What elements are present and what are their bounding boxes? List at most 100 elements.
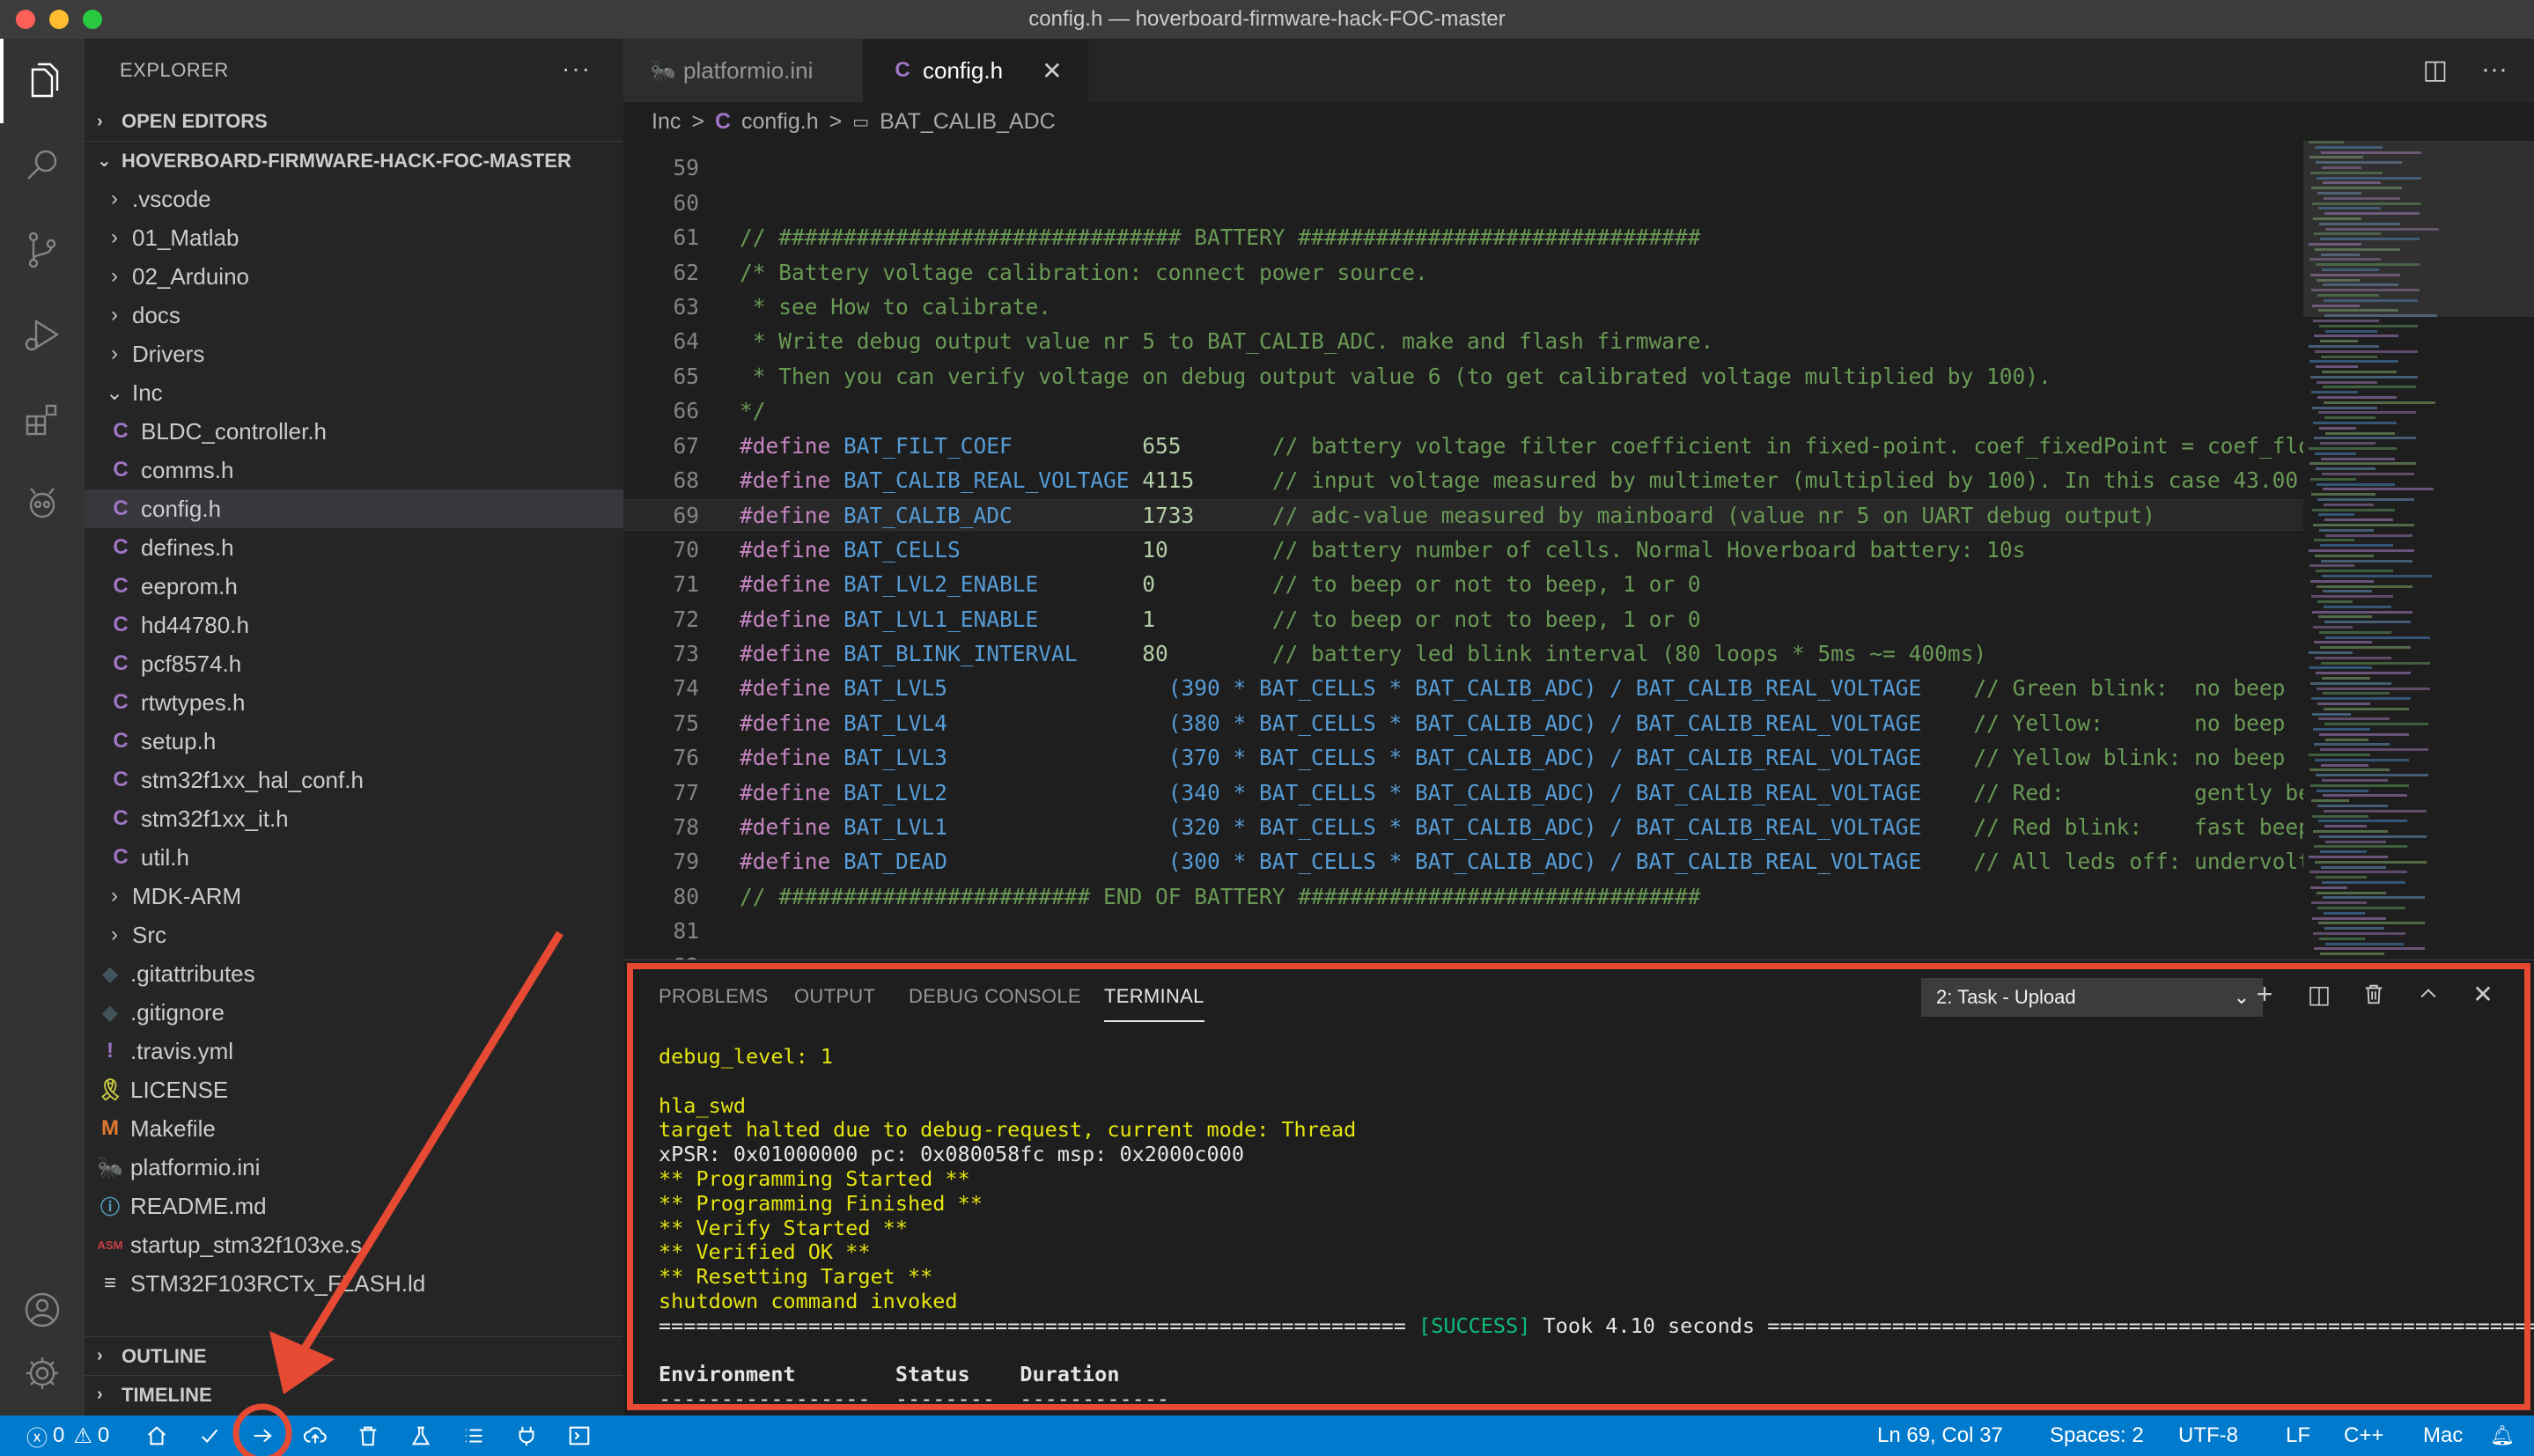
tree-folder[interactable]: ⌄ Inc xyxy=(85,373,623,412)
tree-folder[interactable]: › 02_Arduino xyxy=(85,257,623,296)
settings-gear-icon[interactable] xyxy=(0,1331,85,1416)
source-control-icon[interactable] xyxy=(0,208,85,292)
tab-debug-console[interactable]: DEBUG CONSOLE xyxy=(909,985,1081,1008)
tab-output[interactable]: OUTPUT xyxy=(794,985,875,1008)
timeline-section[interactable]: › TIMELINE xyxy=(85,1375,623,1414)
tree-file[interactable]: Crtwtypes.h xyxy=(85,683,623,722)
line-text: */ xyxy=(740,395,766,427)
tree-folder[interactable]: › MDK-ARM xyxy=(85,877,623,916)
line-number: 58 xyxy=(623,141,699,150)
macro-value: 10 xyxy=(1142,536,1168,563)
open-editors-section[interactable]: › OPEN EDITORS xyxy=(85,102,623,141)
tree-file[interactable]: 🐜 platformio.ini xyxy=(85,1148,623,1187)
tree-file[interactable]: ! .travis.yml xyxy=(85,1032,623,1070)
indentation-status[interactable]: Spaces: 2 xyxy=(2050,1416,2144,1456)
pio-home-icon[interactable] xyxy=(144,1416,169,1456)
pio-clean-icon[interactable] xyxy=(356,1416,380,1456)
cursor-position[interactable]: Ln 69, Col 37 xyxy=(1877,1416,2003,1456)
close-window-button[interactable] xyxy=(16,10,35,29)
problems-status[interactable]: ⓧ 0 ⚠ 0 xyxy=(26,1416,109,1456)
terminal-table-rule: ----------------- -------- ------------ xyxy=(659,1386,1170,1412)
platform-status[interactable]: Mac xyxy=(2423,1416,2463,1456)
breadcrumb-folder[interactable]: Inc xyxy=(652,109,681,135)
c-file-icon: C xyxy=(113,845,129,869)
pio-terminal-icon[interactable] xyxy=(567,1416,592,1456)
split-terminal-icon[interactable]: ◫ xyxy=(2300,974,2339,1013)
language-mode[interactable]: C++ xyxy=(2344,1416,2383,1456)
minimap-line xyxy=(2317,702,2370,705)
tree-file[interactable]: Cconfig.h xyxy=(85,489,623,528)
terminal-output[interactable]: debug_level: 1 hla_swd target halted due … xyxy=(659,1044,2534,1412)
new-terminal-icon[interactable]: + xyxy=(2245,974,2284,1013)
close-tab-icon[interactable]: ✕ xyxy=(1042,56,1062,85)
tree-file[interactable]: 🎗 LICENSE xyxy=(85,1070,623,1109)
platformio-icon[interactable] xyxy=(0,461,85,546)
minimap-line xyxy=(2309,666,2372,670)
minimize-window-button[interactable] xyxy=(49,10,69,29)
tree-file[interactable]: Ceeprom.h xyxy=(85,567,623,606)
tree-folder[interactable]: › 01_Matlab xyxy=(85,218,623,257)
tab-problems[interactable]: PROBLEMS xyxy=(659,985,769,1008)
pio-remote-upload-icon[interactable] xyxy=(303,1416,328,1456)
tab-platformio-ini[interactable]: 🐜 platformio.ini xyxy=(623,39,863,102)
minimap-slider[interactable] xyxy=(2303,141,2534,317)
tree-folder[interactable]: › Src xyxy=(85,916,623,954)
tree-file[interactable]: Chd44780.h xyxy=(85,606,623,644)
terminal-select[interactable]: 2: Task - Upload ⌄ xyxy=(1921,978,2263,1017)
tree-file[interactable]: Cpcf8574.h xyxy=(85,644,623,683)
eol-status[interactable]: LF xyxy=(2286,1416,2310,1456)
more-actions-icon[interactable]: ··· xyxy=(562,55,592,83)
pio-upload-icon[interactable] xyxy=(250,1416,275,1456)
tree-file[interactable]: Csetup.h xyxy=(85,722,623,761)
close-panel-icon[interactable]: ✕ xyxy=(2464,974,2502,1013)
define-keyword: #define xyxy=(740,745,844,771)
tree-file[interactable]: ≡ STM32F103RCTx_FLASH.ld xyxy=(85,1264,623,1303)
maximize-panel-icon[interactable] xyxy=(2409,974,2448,1013)
minimap-line xyxy=(2310,681,2391,685)
tree-file[interactable]: C BLDC_controller.h xyxy=(85,412,623,451)
tree-folder[interactable]: › Drivers xyxy=(85,335,623,373)
tree-file[interactable]: M Makefile xyxy=(85,1109,623,1148)
code-line: 64 * Write debug output value nr 5 to BA… xyxy=(623,326,2303,357)
split-editor-icon[interactable]: ◫ xyxy=(2423,55,2448,85)
pio-build-icon[interactable] xyxy=(197,1416,222,1456)
tree-file[interactable]: ASM startup_stm32f103xe.s xyxy=(85,1225,623,1264)
search-icon[interactable] xyxy=(0,123,85,208)
run-debug-icon[interactable] xyxy=(0,292,85,377)
outline-section[interactable]: › OUTLINE xyxy=(85,1336,623,1375)
breadcrumb-symbol[interactable]: BAT_CALIB_ADC xyxy=(880,109,1056,135)
extensions-icon[interactable] xyxy=(0,377,85,461)
pio-test-icon[interactable] xyxy=(409,1416,433,1456)
minimap-line xyxy=(2321,763,2368,767)
notifications-bell-icon[interactable]: 🔔︎ xyxy=(2490,1416,2515,1456)
tree-file[interactable]: Cutil.h xyxy=(85,838,623,877)
minimap-line xyxy=(2322,371,2397,373)
tree-folder[interactable]: › .vscode xyxy=(85,180,623,218)
tree-folder[interactable]: › docs xyxy=(85,296,623,335)
folder-label: MDK-ARM xyxy=(132,882,242,909)
explorer-icon[interactable] xyxy=(0,39,85,123)
tree-file[interactable]: ◆ .gitignore xyxy=(85,993,623,1032)
pio-serial-monitor-icon[interactable] xyxy=(514,1416,539,1456)
workspace-root-section[interactable]: ⌄ HOVERBOARD-FIRMWARE-HACK-FOC-MASTER xyxy=(85,141,623,180)
tree-file[interactable]: ◆ .gitattributes xyxy=(85,954,623,993)
pio-tasks-icon[interactable] xyxy=(461,1416,486,1456)
code-editor[interactable]: 58 59 60 61 // #############################… xyxy=(623,141,2303,960)
breadcrumb-file[interactable]: config.h xyxy=(741,109,819,135)
minimap-line xyxy=(2312,814,2368,818)
tree-file[interactable]: Ccomms.h xyxy=(85,451,623,489)
tree-file[interactable]: Cdefines.h xyxy=(85,528,623,567)
code-comment: // All leds off: undervoltage xyxy=(1973,849,2303,875)
tab-config-h[interactable]: C config.h ✕ xyxy=(863,39,1088,102)
encoding-status[interactable]: UTF-8 xyxy=(2178,1416,2238,1456)
tree-file[interactable]: Cstm32f1xx_hal_conf.h xyxy=(85,761,623,799)
folder-label: Inc xyxy=(132,379,163,406)
maximize-window-button[interactable] xyxy=(83,10,102,29)
tree-file[interactable]: Cstm32f1xx_it.h xyxy=(85,799,623,838)
tree-file[interactable]: ⓘ README.md xyxy=(85,1187,623,1225)
minimap[interactable] xyxy=(2303,141,2534,960)
tab-terminal[interactable]: TERMINAL xyxy=(1104,985,1204,1022)
title-bar: config.h — hoverboard-firmware-hack-FOC-… xyxy=(0,0,2534,39)
more-actions-icon[interactable]: ··· xyxy=(2481,55,2508,85)
trash-icon[interactable] xyxy=(2354,974,2393,1013)
